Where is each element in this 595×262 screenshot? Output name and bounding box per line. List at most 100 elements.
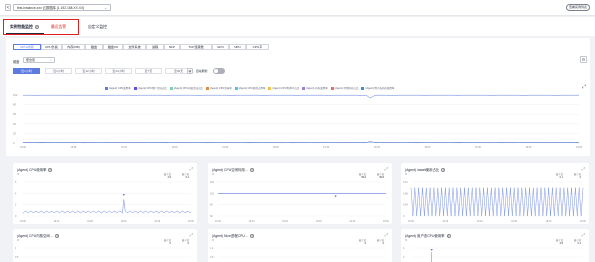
expand-icon[interactable]: ⤢ (190, 166, 193, 171)
y-tick-label: 0.08 (403, 192, 408, 195)
help-icon[interactable]: ? (446, 234, 451, 239)
settings-icon[interactable]: ⚙ (580, 56, 587, 63)
x-tick-label: 19:05 (71, 146, 78, 149)
time-3h[interactable]: 近3小时 (45, 68, 72, 74)
legend-item[interactable]: (Agent) 用户态内存使用率 (361, 86, 394, 91)
legend-label: (Agent) 可用内存占比 (334, 87, 359, 90)
subtab-gpu[interactable]: GPU (212, 44, 229, 50)
expand-icon[interactable]: ⤢ (385, 232, 388, 237)
subtab-cpu-avg[interactable]: CPU平 (246, 44, 269, 50)
auto-refresh-toggle[interactable] (213, 68, 225, 74)
x-tick-label: 19:40 (546, 221, 552, 223)
legend-item[interactable]: (Agent) 可用内存占比 (330, 86, 359, 91)
tab-custom-label: 自定义监控 (88, 25, 107, 29)
legend-swatch (206, 86, 210, 90)
time-1h[interactable]: 近1小时 (13, 68, 40, 74)
y-tick-label: 1.2 (210, 247, 214, 250)
highlight-box (3, 19, 79, 35)
legend-item[interactable]: (Agent) CPU空闲率 (206, 86, 232, 91)
x-tick-label: 19:50 (383, 221, 389, 223)
card-title: (Agent) CPU内核空间…? (17, 234, 60, 239)
legend-item[interactable]: (Agent) 内存使用率 (302, 86, 328, 91)
help-icon[interactable]: ? (48, 168, 53, 173)
help-icon[interactable]: ? (250, 168, 255, 173)
y-tick-label: 6 (15, 181, 17, 184)
x-tick-label: 19:50 (188, 221, 194, 223)
y-tick-label: 0.5 (15, 256, 19, 259)
y-tick-label: 0.04 (403, 204, 408, 207)
y-tick-label: 0 (15, 215, 17, 218)
metric-card: (Agent) 用户态CPU使用率? ⤢ % 最大值 2.8 最小值 0.1 42 (401, 229, 589, 262)
instance-select-value: test-instance-xxx 云数据库 (1.192.168.XX.XX) (17, 6, 85, 10)
expand-icon[interactable]: ⤢ (582, 166, 585, 171)
x-tick-label: 19:25 (273, 146, 280, 149)
time-7d[interactable]: 近7天 (135, 68, 162, 74)
subtab-npu[interactable]: NPU (229, 44, 246, 50)
y-tick-label: 60 (13, 112, 16, 116)
subtab-memory[interactable]: 内存(DB) (62, 44, 85, 50)
max-marker (122, 194, 125, 196)
card-unit: % (212, 239, 215, 242)
expand-icon[interactable]: ⤢ (385, 166, 388, 171)
help-icon[interactable]: ? (250, 234, 255, 239)
expand-icon[interactable]: ⤢ (190, 232, 193, 237)
card-unit: % (17, 173, 20, 176)
legend-item[interactable]: (Agent) CPU用户空间占比 (133, 86, 167, 91)
subtab-tcp[interactable]: TCP连接数 (180, 44, 212, 50)
legend-swatch (302, 86, 306, 90)
legend-label: (Agent) 内存使用率 (306, 87, 328, 90)
y-tick-label: 120 (210, 181, 215, 184)
x-tick-label: 19:40 (349, 221, 355, 223)
legend-label: (Agent) CPU用户空间占比 (137, 87, 167, 90)
time-24h[interactable]: 近24小时 (105, 68, 132, 74)
x-tick-label: 19:00 (20, 146, 27, 149)
back-button[interactable]: < (5, 4, 11, 11)
subtab-disk-io[interactable]: 磁盘I/O (103, 44, 123, 50)
view-instance-list-button[interactable]: 查看实例列表 (566, 4, 590, 11)
x-tick-label: 19:45 (475, 146, 482, 149)
legend-label: (Agent) CPU等待IO占比 (272, 87, 300, 90)
subtab-cpu-memory[interactable]: CPU/内存 (13, 44, 41, 50)
time-12h[interactable]: 近12小时 (75, 68, 102, 74)
instance-select[interactable]: test-instance-xxx 云数据库 (1.192.168.XX.XX)… (13, 4, 111, 11)
legend-swatch (133, 86, 137, 90)
x-tick-label: 19:00 (215, 221, 221, 223)
card-unit: % (212, 173, 215, 176)
calendar-icon[interactable]: ▦ (187, 67, 193, 74)
subtab-nfp[interactable]: NFP (164, 44, 180, 50)
expand-icon[interactable]: ⤢ (582, 84, 586, 90)
subtab-disk[interactable]: 磁盘 (85, 44, 103, 50)
help-icon[interactable]: ? (55, 234, 60, 239)
card-unit: % (405, 173, 408, 176)
legend-item[interactable]: (Agent) CPU内核空间占比 (169, 86, 203, 91)
subtab-process[interactable]: 进程 (146, 44, 164, 50)
y-tick-label: 100 (210, 192, 215, 195)
tab-custom[interactable]: 自定义监控 (84, 21, 111, 33)
x-tick-label: 19:40 (154, 221, 160, 223)
legend-swatch (234, 86, 238, 90)
y-tick-label: 20 (13, 131, 16, 135)
legend-item[interactable]: (Agent) CPU等待IO占比 (268, 86, 299, 91)
dimension-select[interactable]: 聚合值 ⌄ (23, 57, 55, 63)
x-tick-label: 19:30 (511, 221, 517, 223)
card-title: (Agent) CPU使用率? (17, 168, 53, 173)
x-tick-label: 19:20 (222, 146, 229, 149)
x-tick-label: 19:40 (424, 146, 431, 149)
x-tick-label: 19:10 (54, 221, 60, 223)
y-tick-label: 4 (403, 247, 405, 250)
auto-refresh-label: 自动刷新 (196, 69, 208, 73)
x-tick-label: 19:30 (323, 146, 330, 149)
subtab-cpu-load[interactable]: CPU负载 (41, 44, 62, 50)
x-tick-label: 19:15 (172, 146, 179, 149)
expand-icon[interactable]: ⤢ (582, 232, 585, 237)
x-tick-label: 19:20 (477, 221, 483, 223)
x-tick-label: 19:10 (249, 221, 255, 223)
y-tick-label: 80 (210, 204, 213, 207)
help-icon[interactable]: ? (441, 168, 446, 173)
legend-item[interactable]: (Agent) CPU使用率 (105, 86, 131, 91)
legend-label: (Agent) CPU空闲率 (210, 87, 232, 90)
legend-item[interactable]: (Agent) CPU其他占用率 (234, 86, 265, 91)
y-tick-label: 80 (13, 103, 16, 107)
legend-swatch (268, 86, 272, 90)
subtab-filesystem[interactable]: 文件系统 (123, 44, 146, 50)
